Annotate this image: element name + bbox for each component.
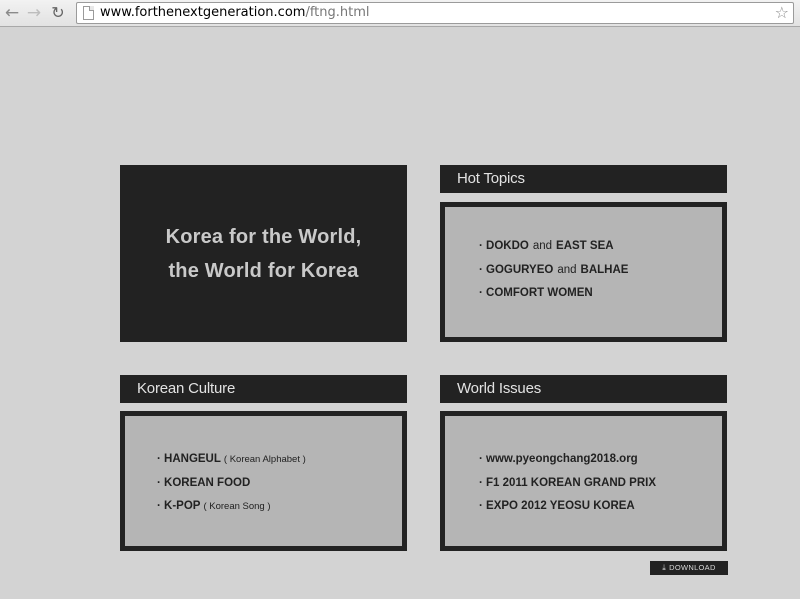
issue-pyeongchang-link[interactable]: www.pyeongchang2018.org (486, 453, 638, 465)
conjunction: and (553, 264, 580, 276)
hot-topics-header: Hot Topics (440, 165, 727, 193)
issue-f1-grand-prix[interactable]: F1 2011 KOREAN GRAND PRIX (486, 477, 656, 489)
reload-icon[interactable]: ↻ (48, 3, 68, 23)
hero-line-2: the World for Korea (166, 254, 362, 288)
culture-hangeul[interactable]: HANGEUL (164, 453, 221, 465)
world-issues-panel: · www.pyeongchang2018.org · F1 2011 KORE… (440, 411, 727, 551)
issue-expo-yeosu[interactable]: EXPO 2012 YEOSU KOREA (486, 500, 635, 512)
hot-topics-panel: · DOKDOandEAST SEA · GOGURYEOandBALHAE ·… (440, 202, 727, 342)
korean-culture-header: Korean Culture (120, 375, 407, 403)
list-item[interactable]: · HANGEUL( Korean Alphabet ) (157, 448, 402, 472)
list-item[interactable]: · KOREAN FOOD (157, 472, 402, 496)
korean-culture-list: · HANGEUL( Korean Alphabet ) · KOREAN FO… (125, 416, 402, 519)
world-issues-list: · www.pyeongchang2018.org · F1 2011 KORE… (445, 416, 722, 519)
list-item[interactable]: · GOGURYEOandBALHAE (479, 259, 722, 283)
topic-comfort-women[interactable]: COMFORT WOMEN (486, 287, 593, 299)
korean-culture-panel: · HANGEUL( Korean Alphabet ) · KOREAN FO… (120, 411, 407, 551)
back-arrow-icon[interactable]: ← (2, 3, 22, 23)
hot-topics-list: · DOKDOandEAST SEA · GOGURYEOandBALHAE ·… (445, 207, 722, 306)
topic-east-sea[interactable]: EAST SEA (556, 240, 614, 252)
topic-dokdo[interactable]: DOKDO (486, 240, 529, 252)
url-host: www.forthenextgeneration.com (100, 5, 305, 20)
list-item[interactable]: · F1 2011 KOREAN GRAND PRIX (479, 472, 722, 496)
list-item[interactable]: · EXPO 2012 YEOSU KOREA (479, 495, 722, 519)
browser-toolbar: ← → ↻ www.forthenextgeneration.com/ftng.… (0, 0, 800, 27)
download-button[interactable]: ⤓DOWNLOAD (650, 561, 728, 575)
address-bar[interactable]: www.forthenextgeneration.com/ftng.html ☆ (76, 2, 794, 24)
list-item[interactable]: · DOKDOandEAST SEA (479, 235, 722, 259)
culture-k-pop[interactable]: K-POP (164, 500, 200, 512)
forward-arrow-icon[interactable]: → (24, 3, 44, 23)
item-note: ( Korean Song ) (200, 501, 270, 512)
download-label: DOWNLOAD (669, 563, 716, 572)
hero-line-1: Korea for the World, (166, 220, 362, 254)
topic-balhae[interactable]: BALHAE (581, 264, 629, 276)
topic-goguryeo[interactable]: GOGURYEO (486, 264, 553, 276)
list-item[interactable]: · K-POP( Korean Song ) (157, 495, 402, 519)
page-icon (83, 6, 94, 20)
download-icon: ⤓ (662, 563, 666, 572)
item-note: ( Korean Alphabet ) (221, 454, 306, 465)
url-text[interactable]: www.forthenextgeneration.com/ftng.html (100, 5, 370, 21)
list-item[interactable]: · COMFORT WOMEN (479, 282, 722, 306)
url-path: /ftng.html (305, 5, 369, 20)
hero-banner: Korea for the World, the World for Korea (120, 165, 407, 342)
list-item[interactable]: · www.pyeongchang2018.org (479, 448, 722, 472)
hero-slogan: Korea for the World, the World for Korea (166, 220, 362, 288)
conjunction: and (529, 240, 556, 252)
bookmark-star-icon[interactable]: ☆ (775, 3, 789, 23)
culture-korean-food[interactable]: KOREAN FOOD (164, 477, 250, 489)
world-issues-header: World Issues (440, 375, 727, 403)
